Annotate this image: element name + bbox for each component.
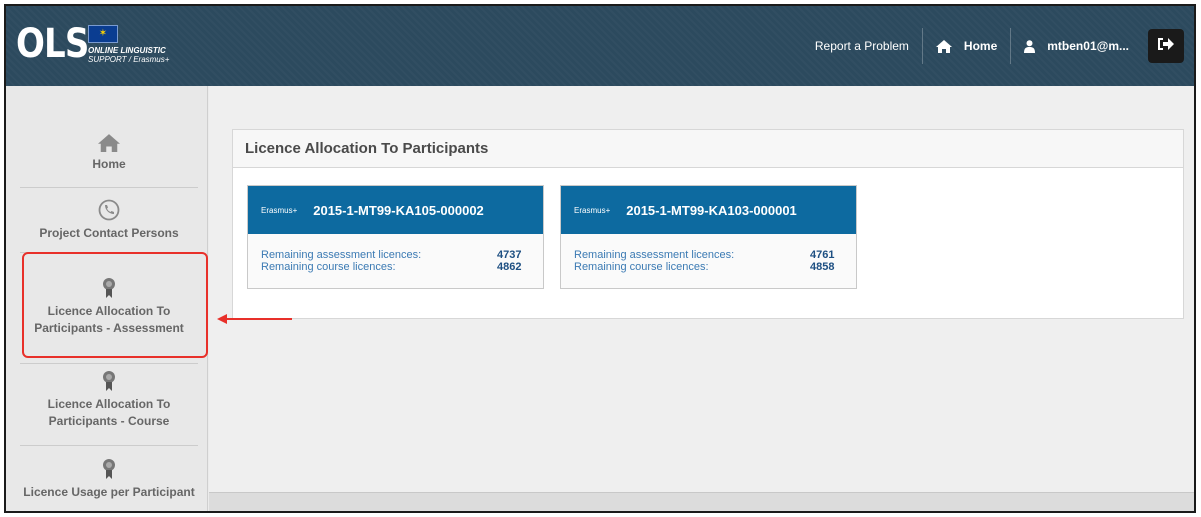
sidebar: Home Project Contact Persons Licence All… [6,86,208,511]
eu-flag-icon: ✶ [88,25,118,43]
project-card[interactable]: Erasmus+ 2015-1-MT99-KA103-000001 Remain… [560,185,857,289]
sidebar-divider [20,187,198,188]
content-footer-bar [209,492,1194,511]
panel-header: Licence Allocation To Participants [233,130,1183,168]
annotation-arrow [217,314,292,324]
app-window: OLS ✶ ONLINE LINGUISTIC SUPPORT / Erasmu… [4,4,1196,513]
logo-tagline: ONLINE LINGUISTIC SUPPORT / Erasmus+ [88,46,170,64]
card-header: Erasmus+ 2015-1-MT99-KA105-000002 [248,186,543,234]
sidebar-item-label: Home [92,157,126,171]
sidebar-divider [20,445,198,446]
page-title: Licence Allocation To Participants [245,140,489,157]
award-icon [20,370,198,392]
sidebar-item-licence-usage[interactable]: Licence Usage per Participant [15,458,203,501]
sidebar-divider [20,363,198,364]
sidebar-item-home[interactable]: Home [20,134,198,173]
report-problem-link[interactable]: Report a Problem [802,28,923,64]
sidebar-item-label: Project Contact Persons [39,226,179,240]
ols-logo[interactable]: OLS ✶ ONLINE LINGUISTIC SUPPORT / Erasmu… [16,24,169,68]
licence-row: Remaining assessment licences: 4737 [261,249,522,261]
sidebar-item-label: Participants - Course [48,414,170,428]
home-icon [935,39,952,53]
card-body: Remaining assessment licences: 4737 Remai… [248,234,543,273]
project-code: 2015-1-MT99-KA103-000001 [626,202,797,218]
project-code: 2015-1-MT99-KA105-000002 [313,202,484,218]
logout-button[interactable] [1148,29,1184,63]
logout-icon [1157,36,1175,57]
erasmus-brand: Erasmus+ [574,205,611,215]
sidebar-item-contacts[interactable]: Project Contact Persons [20,199,198,242]
sidebar-item-label: Licence Allocation To [47,397,171,411]
licence-row: Remaining course licences: 4858 [574,261,835,273]
user-menu[interactable]: mtben01@m... [1011,28,1142,64]
home-icon [20,134,198,152]
card-body: Remaining assessment licences: 4761 Remai… [561,234,856,273]
top-bar: OLS ✶ ONLINE LINGUISTIC SUPPORT / Erasmu… [6,6,1194,86]
phone-icon [20,199,198,221]
licence-row: Remaining assessment licences: 4761 [574,249,835,261]
licence-panel: Licence Allocation To Participants Erasm… [232,129,1184,319]
annotation-highlight-box [22,252,208,358]
logo-wordmark: OLS [16,21,89,67]
sidebar-item-licence-course[interactable]: Licence Allocation To Participants - Cou… [20,370,198,430]
sidebar-item-label: Licence Usage per Participant [23,485,195,499]
erasmus-brand: Erasmus+ [261,205,298,215]
project-card[interactable]: Erasmus+ 2015-1-MT99-KA105-000002 Remain… [247,185,544,289]
award-icon [15,458,203,480]
top-nav: Report a Problem Home mtben01@m... [802,6,1194,86]
card-header: Erasmus+ 2015-1-MT99-KA103-000001 [561,186,856,234]
main-content: Licence Allocation To Participants Erasm… [209,86,1194,511]
licence-row: Remaining course licences: 4862 [261,261,522,273]
home-nav-link[interactable]: Home [923,28,1012,64]
user-icon [1024,39,1036,53]
